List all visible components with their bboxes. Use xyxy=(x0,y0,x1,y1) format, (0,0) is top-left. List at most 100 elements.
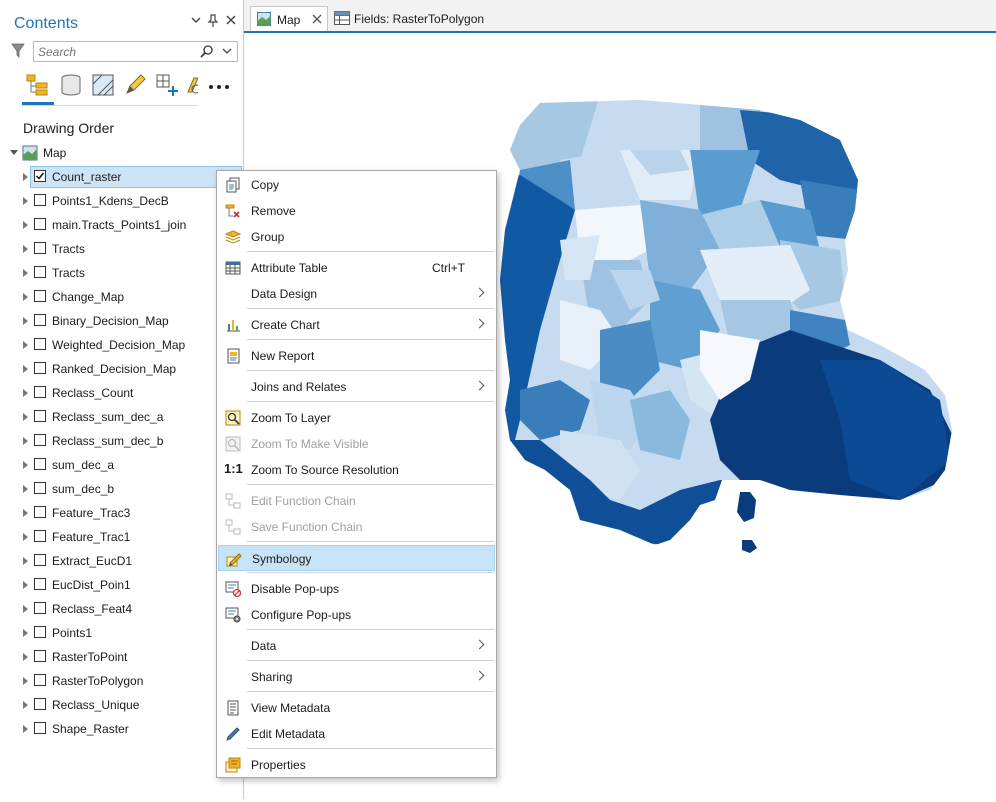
expand-layer-icon[interactable] xyxy=(23,269,28,277)
menu-item-group[interactable]: Group xyxy=(218,224,495,250)
expand-layer-icon[interactable] xyxy=(23,221,28,229)
layer-row[interactable]: Tracts xyxy=(0,262,243,284)
layer-visibility-checkbox[interactable] xyxy=(34,434,46,446)
menu-item-data[interactable]: Data xyxy=(218,633,495,659)
layer-visibility-checkbox[interactable] xyxy=(34,554,46,566)
layer-visibility-checkbox[interactable] xyxy=(34,506,46,518)
expand-layer-icon[interactable] xyxy=(23,605,28,613)
layer-row[interactable]: Change_Map xyxy=(0,286,243,308)
menu-item-edit-function-chain[interactable]: Edit Function Chain xyxy=(218,488,495,514)
menu-item-edit-metadata[interactable]: Edit Metadata xyxy=(218,721,495,747)
menu-item-zoom-to-make-visible[interactable]: Zoom To Make Visible xyxy=(218,431,495,457)
layer-row[interactable]: Reclass_Feat4 xyxy=(0,598,243,620)
layer-row[interactable]: Feature_Trac1 xyxy=(0,526,243,548)
menu-item-new-report[interactable]: New Report xyxy=(218,343,495,369)
list-by-labeling-icon[interactable] xyxy=(184,72,198,98)
tab-fields[interactable]: Fields: RasterToPolygon xyxy=(330,6,500,31)
expand-layer-icon[interactable] xyxy=(23,557,28,565)
expand-layer-icon[interactable] xyxy=(23,197,28,205)
menu-item-configure-pop-ups[interactable]: Configure Pop-ups xyxy=(218,602,495,628)
layer-row[interactable]: Count_raster xyxy=(0,166,243,188)
layer-row[interactable]: Reclass_sum_dec_a xyxy=(0,406,243,428)
menu-item-view-metadata[interactable]: View Metadata xyxy=(218,695,495,721)
layer-visibility-checkbox[interactable] xyxy=(34,242,46,254)
list-by-data-source-icon[interactable] xyxy=(58,72,84,98)
layer-visibility-checkbox[interactable] xyxy=(34,170,46,182)
expand-layer-icon[interactable] xyxy=(23,581,28,589)
more-options-icon[interactable] xyxy=(208,79,234,105)
list-by-editing-icon[interactable] xyxy=(122,72,148,98)
menu-item-remove[interactable]: Remove xyxy=(218,198,495,224)
expand-layer-icon[interactable] xyxy=(23,533,28,541)
expand-layer-icon[interactable] xyxy=(23,509,28,517)
list-by-snapping-icon[interactable] xyxy=(154,72,180,98)
layer-row[interactable]: EucDist_Poin1 xyxy=(0,574,243,596)
close-tab-icon[interactable] xyxy=(311,13,323,25)
layer-row[interactable]: Extract_EucD1 xyxy=(0,550,243,572)
pane-options-chevron-icon[interactable] xyxy=(188,14,204,32)
layer-visibility-checkbox[interactable] xyxy=(34,194,46,206)
search-options-chevron-icon[interactable] xyxy=(222,44,234,58)
menu-item-copy[interactable]: Copy xyxy=(218,172,495,198)
expand-layer-icon[interactable] xyxy=(23,173,28,181)
layer-row[interactable]: Feature_Trac3 xyxy=(0,502,243,524)
layer-visibility-checkbox[interactable] xyxy=(34,626,46,638)
expand-layer-icon[interactable] xyxy=(23,677,28,685)
expand-layer-icon[interactable] xyxy=(23,317,28,325)
menu-item-zoom-to-source-resolution[interactable]: 1:1 Zoom To Source Resolution xyxy=(218,457,495,483)
filter-icon[interactable] xyxy=(11,43,25,59)
search-input[interactable] xyxy=(38,44,198,59)
menu-item-attribute-table[interactable]: Attribute Table Ctrl+T xyxy=(218,255,495,281)
layer-visibility-checkbox[interactable] xyxy=(34,722,46,734)
layer-visibility-checkbox[interactable] xyxy=(34,386,46,398)
menu-item-joins-and-relates[interactable]: Joins and Relates xyxy=(218,374,495,400)
list-by-drawing-order-icon[interactable] xyxy=(24,72,50,98)
layer-visibility-checkbox[interactable] xyxy=(34,218,46,230)
search-icon[interactable] xyxy=(200,44,214,58)
layer-visibility-checkbox[interactable] xyxy=(34,338,46,350)
layer-row[interactable]: Reclass_Unique xyxy=(0,694,243,716)
menu-item-zoom-to-layer[interactable]: Zoom To Layer xyxy=(218,405,495,431)
layer-visibility-checkbox[interactable] xyxy=(34,602,46,614)
close-pane-icon[interactable] xyxy=(223,14,239,32)
layer-row[interactable]: Reclass_Count xyxy=(0,382,243,404)
expand-layer-icon[interactable] xyxy=(23,461,28,469)
layer-row[interactable]: RasterToPoint xyxy=(0,646,243,668)
list-by-selection-icon[interactable] xyxy=(90,72,116,98)
menu-item-disable-pop-ups[interactable]: Disable Pop-ups xyxy=(218,576,495,602)
expand-layer-icon[interactable] xyxy=(23,437,28,445)
layer-row[interactable]: Binary_Decision_Map xyxy=(0,310,243,332)
layer-visibility-checkbox[interactable] xyxy=(34,458,46,470)
layer-visibility-checkbox[interactable] xyxy=(34,650,46,662)
layer-visibility-checkbox[interactable] xyxy=(34,314,46,326)
layer-row[interactable]: sum_dec_a xyxy=(0,454,243,476)
map-node[interactable]: Map xyxy=(10,144,230,164)
layer-visibility-checkbox[interactable] xyxy=(34,482,46,494)
layer-row[interactable]: main.Tracts_Points1_join xyxy=(0,214,243,236)
tab-map[interactable]: Map xyxy=(250,6,328,31)
layer-row[interactable]: Ranked_Decision_Map xyxy=(0,358,243,380)
layer-row[interactable]: sum_dec_b xyxy=(0,478,243,500)
layer-row[interactable]: Shape_Raster xyxy=(0,718,243,740)
layer-visibility-checkbox[interactable] xyxy=(34,578,46,590)
expand-layer-icon[interactable] xyxy=(23,293,28,301)
menu-item-create-chart[interactable]: Create Chart xyxy=(218,312,495,338)
expand-layer-icon[interactable] xyxy=(23,701,28,709)
expand-layer-icon[interactable] xyxy=(23,341,28,349)
pin-icon[interactable] xyxy=(205,14,221,32)
expand-layer-icon[interactable] xyxy=(23,245,28,253)
expand-layer-icon[interactable] xyxy=(23,653,28,661)
layer-row[interactable]: Tracts xyxy=(0,238,243,260)
menu-item-symbology[interactable]: Symbology xyxy=(218,545,495,571)
expand-layer-icon[interactable] xyxy=(23,389,28,397)
menu-item-properties[interactable]: Properties xyxy=(218,752,495,778)
layer-visibility-checkbox[interactable] xyxy=(34,410,46,422)
layer-visibility-checkbox[interactable] xyxy=(34,266,46,278)
layer-visibility-checkbox[interactable] xyxy=(34,290,46,302)
layer-visibility-checkbox[interactable] xyxy=(34,530,46,542)
menu-item-data-design[interactable]: Data Design xyxy=(218,281,495,307)
layer-row[interactable]: RasterToPolygon xyxy=(0,670,243,692)
layer-row[interactable]: Reclass_sum_dec_b xyxy=(0,430,243,452)
layer-visibility-checkbox[interactable] xyxy=(34,362,46,374)
expand-layer-icon[interactable] xyxy=(23,413,28,421)
